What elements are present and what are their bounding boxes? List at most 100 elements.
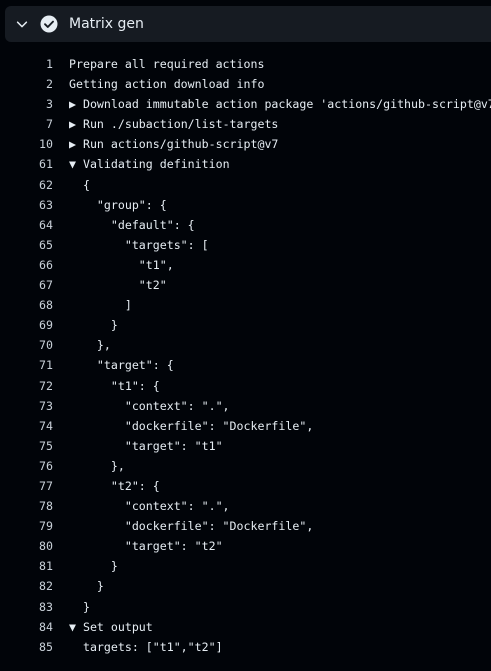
log-line: 72 "t1": { xyxy=(0,376,491,396)
line-text: "dockerfile": "Dockerfile", xyxy=(69,519,314,534)
chevron-down-icon[interactable] xyxy=(15,17,29,31)
log-line: 66 "t1", xyxy=(0,255,491,275)
line-number[interactable]: 68 xyxy=(0,295,53,315)
line-number[interactable]: 75 xyxy=(0,436,53,456)
line-content: ▶ Download immutable action package 'act… xyxy=(69,94,491,114)
line-number[interactable]: 81 xyxy=(0,556,53,576)
line-number[interactable]: 64 xyxy=(0,215,53,235)
line-number[interactable]: 79 xyxy=(0,516,53,536)
line-number[interactable]: 77 xyxy=(0,476,53,496)
line-content: "target": { xyxy=(69,355,174,375)
log-group-row[interactable]: 61 ▼ Validating definition xyxy=(0,154,491,174)
line-text: } xyxy=(69,559,118,574)
line-content: "default": { xyxy=(69,215,195,235)
line-number[interactable]: 74 xyxy=(0,416,53,436)
log-line: 83 } xyxy=(0,597,491,617)
line-content: "target": "t1" xyxy=(69,436,223,456)
line-number[interactable]: 62 xyxy=(0,175,53,195)
log-output: 1 Prepare all required actions 2 Getting ac… xyxy=(0,54,491,657)
log-line: 63 "group": { xyxy=(0,195,491,215)
line-content: "group": { xyxy=(69,195,167,215)
line-number[interactable]: 78 xyxy=(0,496,53,516)
expand-triangle-icon[interactable]: ▶ xyxy=(69,117,76,131)
line-content: "dockerfile": "Dockerfile", xyxy=(69,516,313,536)
log-line: 74 "dockerfile": "Dockerfile", xyxy=(0,416,491,436)
line-text: "target": "t2" xyxy=(69,539,223,554)
line-content: ▼ Set output xyxy=(69,617,153,637)
log-line: 82 } xyxy=(0,576,491,596)
line-number[interactable]: 69 xyxy=(0,315,53,335)
line-number[interactable]: 76 xyxy=(0,456,53,476)
line-number[interactable]: 2 xyxy=(0,74,53,94)
line-content: "context": ".", xyxy=(69,496,230,516)
line-content: } xyxy=(69,315,118,335)
log-line: 76 }, xyxy=(0,456,491,476)
line-text: "targets": [ xyxy=(69,237,209,252)
log-group-row[interactable]: 84 ▼ Set output xyxy=(0,617,491,637)
line-text: ] xyxy=(69,298,132,313)
log-group-row[interactable]: 10 ▶ Run actions/github-script@v7 xyxy=(0,134,491,154)
line-number[interactable]: 63 xyxy=(0,195,53,215)
log-line: 81 } xyxy=(0,556,491,576)
line-text: "default": { xyxy=(69,217,195,232)
line-number[interactable]: 85 xyxy=(0,637,53,657)
line-number[interactable]: 67 xyxy=(0,275,53,295)
line-text: "target": { xyxy=(69,358,174,373)
line-number[interactable]: 82 xyxy=(0,576,53,596)
line-text: } xyxy=(69,318,118,333)
log-line: 80 "target": "t2" xyxy=(0,536,491,556)
line-number[interactable]: 84 xyxy=(0,617,53,637)
line-content: } xyxy=(69,597,90,617)
line-number[interactable]: 1 xyxy=(0,54,53,74)
line-text: "target": "t1" xyxy=(69,438,223,453)
line-content: ▶ Run ./subaction/list-targets xyxy=(69,114,278,134)
step-title: Matrix gen xyxy=(69,16,144,32)
line-content: Getting action download info xyxy=(69,74,264,94)
log-line: 73 "context": ".", xyxy=(0,396,491,416)
expand-triangle-icon[interactable]: ▶ xyxy=(69,97,76,111)
line-text: Validating definition xyxy=(82,157,230,172)
step-header[interactable]: Matrix gen xyxy=(5,6,491,42)
line-number[interactable]: 72 xyxy=(0,376,53,396)
line-text: "context": ".", xyxy=(69,398,230,413)
expand-triangle-icon[interactable]: ▶ xyxy=(69,137,76,151)
line-text: "t2": { xyxy=(69,478,160,493)
line-content: }, xyxy=(69,456,125,476)
line-number[interactable]: 83 xyxy=(0,597,53,617)
log-line: 67 "t2" xyxy=(0,275,491,295)
log-line: 2 Getting action download info xyxy=(0,74,491,94)
line-number[interactable]: 3 xyxy=(0,94,53,114)
line-number[interactable]: 80 xyxy=(0,536,53,556)
line-text: }, xyxy=(69,458,125,473)
line-number[interactable]: 66 xyxy=(0,255,53,275)
line-text: Prepare all required actions xyxy=(69,57,265,71)
line-text: "group": { xyxy=(69,197,167,212)
line-content: targets: ["t1","t2"] xyxy=(69,637,223,657)
log-group-row[interactable]: 3 ▶ Download immutable action package 'ac… xyxy=(0,94,491,114)
log-line: 78 "context": ".", xyxy=(0,496,491,516)
line-number[interactable]: 7 xyxy=(0,114,53,134)
line-content: "dockerfile": "Dockerfile", xyxy=(69,416,313,436)
line-number[interactable]: 70 xyxy=(0,335,53,355)
line-number[interactable]: 73 xyxy=(0,396,53,416)
line-text: "t1": { xyxy=(69,378,160,393)
line-content: ▶ Run actions/github-script@v7 xyxy=(69,134,278,154)
log-line: 70 }, xyxy=(0,335,491,355)
line-text: targets: ["t1","t2"] xyxy=(69,639,223,654)
collapse-triangle-icon[interactable]: ▼ xyxy=(69,620,76,634)
line-number[interactable]: 65 xyxy=(0,235,53,255)
line-text: "t2" xyxy=(69,278,167,293)
log-line: 71 "target": { xyxy=(0,355,491,375)
line-content: ▼ Validating definition xyxy=(69,154,230,174)
log-line: 64 "default": { xyxy=(0,215,491,235)
line-content: "t1": { xyxy=(69,376,160,396)
line-content: } xyxy=(69,556,118,576)
line-number[interactable]: 71 xyxy=(0,355,53,375)
line-number[interactable]: 10 xyxy=(0,134,53,154)
line-content: "t1", xyxy=(69,255,174,275)
log-group-row[interactable]: 7 ▶ Run ./subaction/list-targets xyxy=(0,114,491,134)
collapse-triangle-icon[interactable]: ▼ xyxy=(69,157,76,171)
line-text: Download immutable action package 'actio… xyxy=(82,97,491,112)
line-text: "t1", xyxy=(69,257,174,272)
line-number[interactable]: 61 xyxy=(0,154,53,174)
